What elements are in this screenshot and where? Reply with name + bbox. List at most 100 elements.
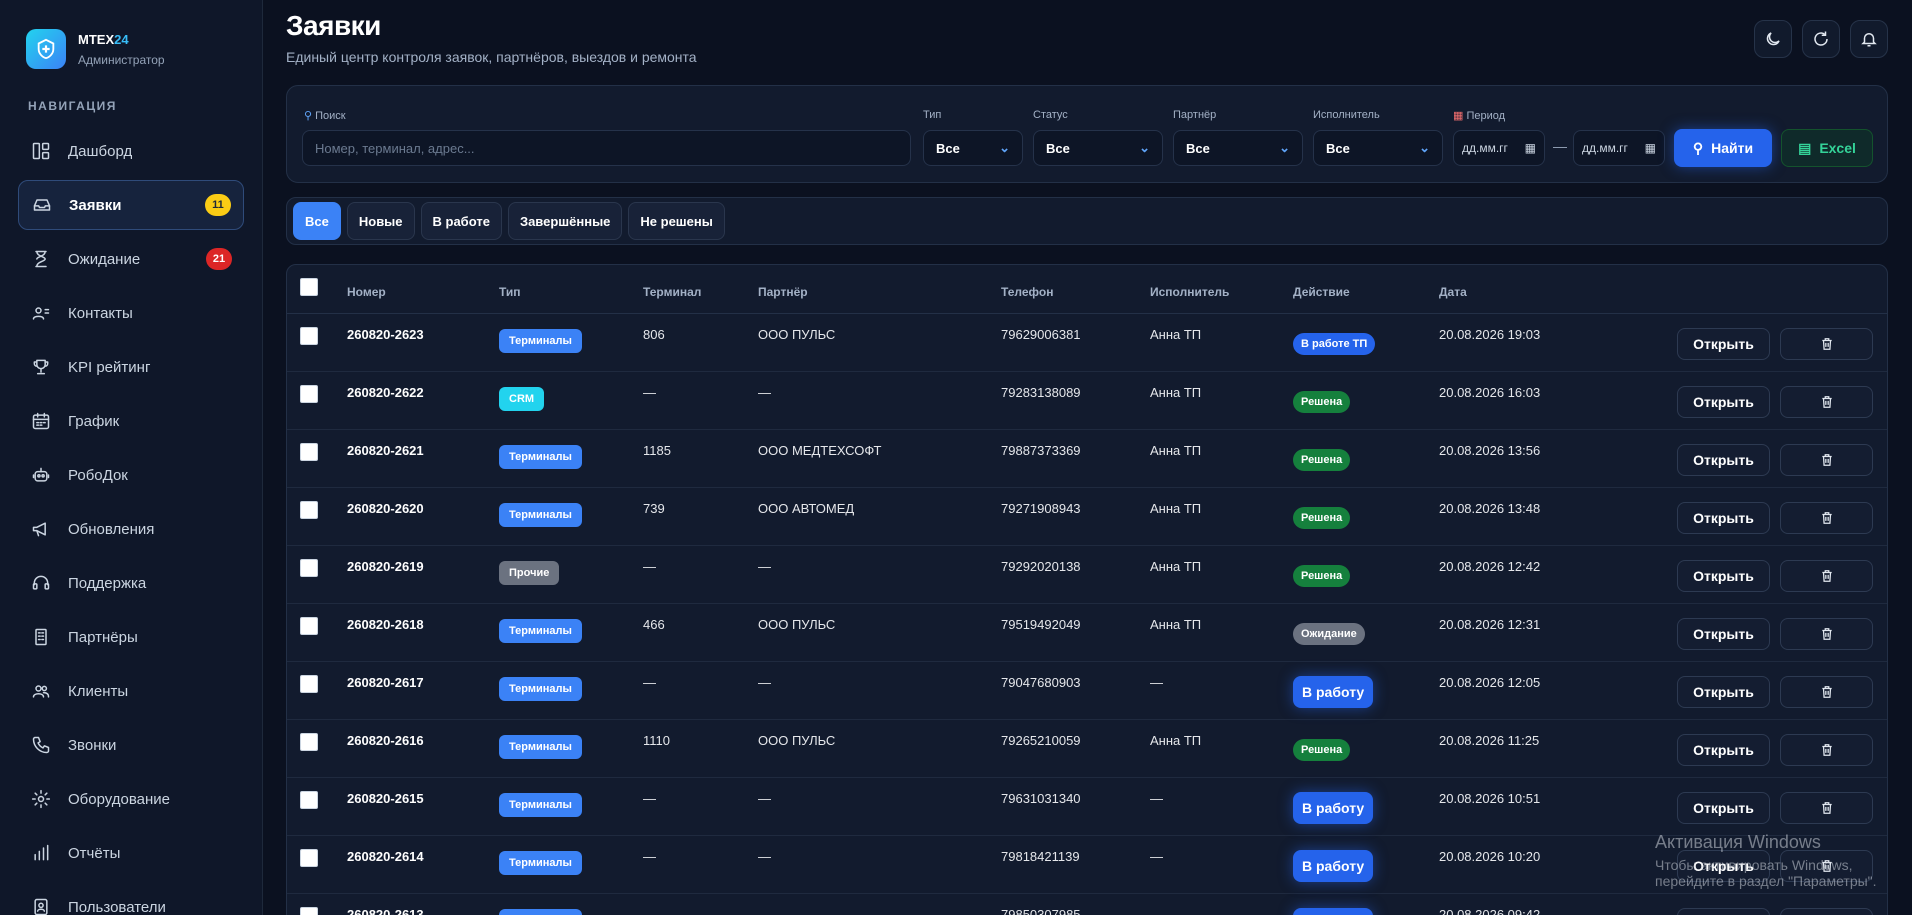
row-checkbox[interactable] — [300, 849, 318, 867]
search-input[interactable]: Номер, терминал, адрес... — [302, 130, 911, 166]
sidebar-item-14[interactable]: Пользователи — [18, 882, 244, 915]
table-row[interactable]: 260820-2623 Терминалы 806 ООО ПУЛЬС 79629006… — [287, 314, 1887, 372]
brand[interactable]: MTEX24 Администратор — [0, 0, 262, 80]
select-all-checkbox[interactable] — [300, 278, 318, 296]
partner-select[interactable]: Все ⌄ — [1173, 130, 1303, 166]
open-button[interactable]: Открыть — [1677, 908, 1770, 915]
delete-button[interactable] — [1780, 502, 1873, 534]
delete-button[interactable] — [1780, 560, 1873, 592]
sidebar-item-2[interactable]: Ожидание 21 — [18, 234, 244, 284]
table-row[interactable]: 260820-2620 Терминалы 739 ООО АВТОМЕД 792719… — [287, 488, 1887, 546]
request-number[interactable]: 260820-2613 — [347, 907, 424, 915]
notifications-button[interactable] — [1850, 20, 1888, 58]
take-to-work-button[interactable]: В работу — [1293, 676, 1374, 708]
refresh-button[interactable] — [1802, 20, 1840, 58]
table-row[interactable]: 260820-2613 Терминалы — — 79850307985 — В рабо… — [287, 894, 1887, 915]
open-button[interactable]: Открыть — [1677, 618, 1770, 650]
table-row[interactable]: 260820-2616 Терминалы 1110 ООО ПУЛЬС 7926521… — [287, 720, 1887, 778]
column-header[interactable]: Телефон — [1001, 285, 1053, 299]
delete-button[interactable] — [1780, 386, 1873, 418]
row-checkbox[interactable] — [300, 443, 318, 461]
request-number[interactable]: 260820-2620 — [347, 501, 424, 516]
table-row[interactable]: 260820-2615 Терминалы — — 79631031340 — В рабо… — [287, 778, 1887, 836]
sidebar-item-12[interactable]: Оборудование — [18, 774, 244, 824]
request-number[interactable]: 260820-2617 — [347, 675, 424, 690]
column-header[interactable]: Партнёр — [758, 285, 808, 299]
tab-3[interactable]: Завершённые — [507, 202, 623, 240]
row-checkbox[interactable] — [300, 675, 318, 693]
theme-toggle-button[interactable] — [1754, 20, 1792, 58]
row-checkbox[interactable] — [300, 559, 318, 577]
table-row[interactable]: 260820-2618 Терминалы 466 ООО ПУЛЬС 79519492… — [287, 604, 1887, 662]
delete-button[interactable] — [1780, 850, 1873, 882]
table-row[interactable]: 260820-2622 CRM — — 79283138089 Анна ТП Решена… — [287, 372, 1887, 430]
take-to-work-button[interactable]: В работу — [1293, 908, 1374, 915]
sidebar-item-0[interactable]: Дашборд — [18, 126, 244, 176]
delete-button[interactable] — [1780, 618, 1873, 650]
row-checkbox[interactable] — [300, 907, 318, 915]
delete-button[interactable] — [1780, 676, 1873, 708]
tab-4[interactable]: Не решены — [628, 202, 725, 240]
open-button[interactable]: Открыть — [1677, 792, 1770, 824]
sidebar-item-11[interactable]: Звонки — [18, 720, 244, 770]
open-button[interactable]: Открыть — [1677, 850, 1770, 882]
executor-select[interactable]: Все ⌄ — [1313, 130, 1443, 166]
delete-button[interactable] — [1780, 328, 1873, 360]
open-button[interactable]: Открыть — [1677, 386, 1770, 418]
row-checkbox[interactable] — [300, 327, 318, 345]
tab-0[interactable]: Все — [293, 202, 341, 240]
request-number[interactable]: 260820-2621 — [347, 443, 424, 458]
column-header[interactable]: Тип — [499, 285, 521, 299]
take-to-work-button[interactable]: В работу — [1293, 850, 1374, 882]
find-button[interactable]: ⚲ Найти — [1674, 129, 1772, 167]
sidebar-item-5[interactable]: График — [18, 396, 244, 446]
type-select[interactable]: Все ⌄ — [923, 130, 1023, 166]
table-row[interactable]: 260820-2614 Терминалы — — 79818421139 — В рабо… — [287, 836, 1887, 894]
column-header[interactable]: Действие — [1293, 285, 1350, 299]
sidebar-item-7[interactable]: Обновления — [18, 504, 244, 554]
delete-button[interactable] — [1780, 444, 1873, 476]
row-checkbox[interactable] — [300, 791, 318, 809]
row-checkbox[interactable] — [300, 617, 318, 635]
column-header[interactable]: Номер — [347, 285, 386, 299]
sidebar-item-10[interactable]: Клиенты — [18, 666, 244, 716]
request-number[interactable]: 260820-2616 — [347, 733, 424, 748]
sidebar-item-6[interactable]: РобоДок — [18, 450, 244, 500]
open-button[interactable]: Открыть — [1677, 560, 1770, 592]
open-button[interactable]: Открыть — [1677, 676, 1770, 708]
open-button[interactable]: Открыть — [1677, 444, 1770, 476]
table-row[interactable]: 260820-2621 Терминалы 1185 ООО МЕДТЕХСОФТ 79… — [287, 430, 1887, 488]
request-number[interactable]: 260820-2623 — [347, 327, 424, 342]
row-checkbox[interactable] — [300, 385, 318, 403]
excel-export-button[interactable]: ▤ Excel — [1781, 129, 1873, 167]
delete-button[interactable] — [1780, 908, 1873, 915]
tab-2[interactable]: В работе — [420, 202, 502, 240]
column-header[interactable]: Дата — [1439, 285, 1467, 299]
request-number[interactable]: 260820-2615 — [347, 791, 424, 806]
table-row[interactable]: 260820-2619 Прочие — — 79292020138 Анна ТП Реш… — [287, 546, 1887, 604]
request-number[interactable]: 260820-2618 — [347, 617, 424, 632]
request-number[interactable]: 260820-2619 — [347, 559, 424, 574]
column-header[interactable]: Терминал — [643, 285, 701, 299]
status-select[interactable]: Все ⌄ — [1033, 130, 1163, 166]
sidebar-item-1[interactable]: Заявки 11 — [18, 180, 244, 230]
delete-button[interactable] — [1780, 792, 1873, 824]
open-button[interactable]: Открыть — [1677, 734, 1770, 766]
request-number[interactable]: 260820-2614 — [347, 849, 424, 864]
sidebar-item-3[interactable]: Контакты — [18, 288, 244, 338]
take-to-work-button[interactable]: В работу — [1293, 792, 1374, 824]
column-header[interactable]: Исполнитель — [1150, 285, 1229, 299]
row-checkbox[interactable] — [300, 733, 318, 751]
request-number[interactable]: 260820-2622 — [347, 385, 424, 400]
sidebar-item-8[interactable]: Поддержка — [18, 558, 244, 608]
date-from-input[interactable]: дд.мм.гг ▦ — [1453, 130, 1545, 166]
delete-button[interactable] — [1780, 734, 1873, 766]
sidebar-item-13[interactable]: Отчёты — [18, 828, 244, 878]
date-to-input[interactable]: дд.мм.гг ▦ — [1573, 130, 1665, 166]
row-checkbox[interactable] — [300, 501, 318, 519]
tab-1[interactable]: Новые — [346, 202, 415, 240]
sidebar-item-9[interactable]: Партнёры — [18, 612, 244, 662]
table-row[interactable]: 260820-2617 Терминалы — — 79047680903 — В рабо… — [287, 662, 1887, 720]
sidebar-item-4[interactable]: KPI рейтинг — [18, 342, 244, 392]
open-button[interactable]: Открыть — [1677, 328, 1770, 360]
